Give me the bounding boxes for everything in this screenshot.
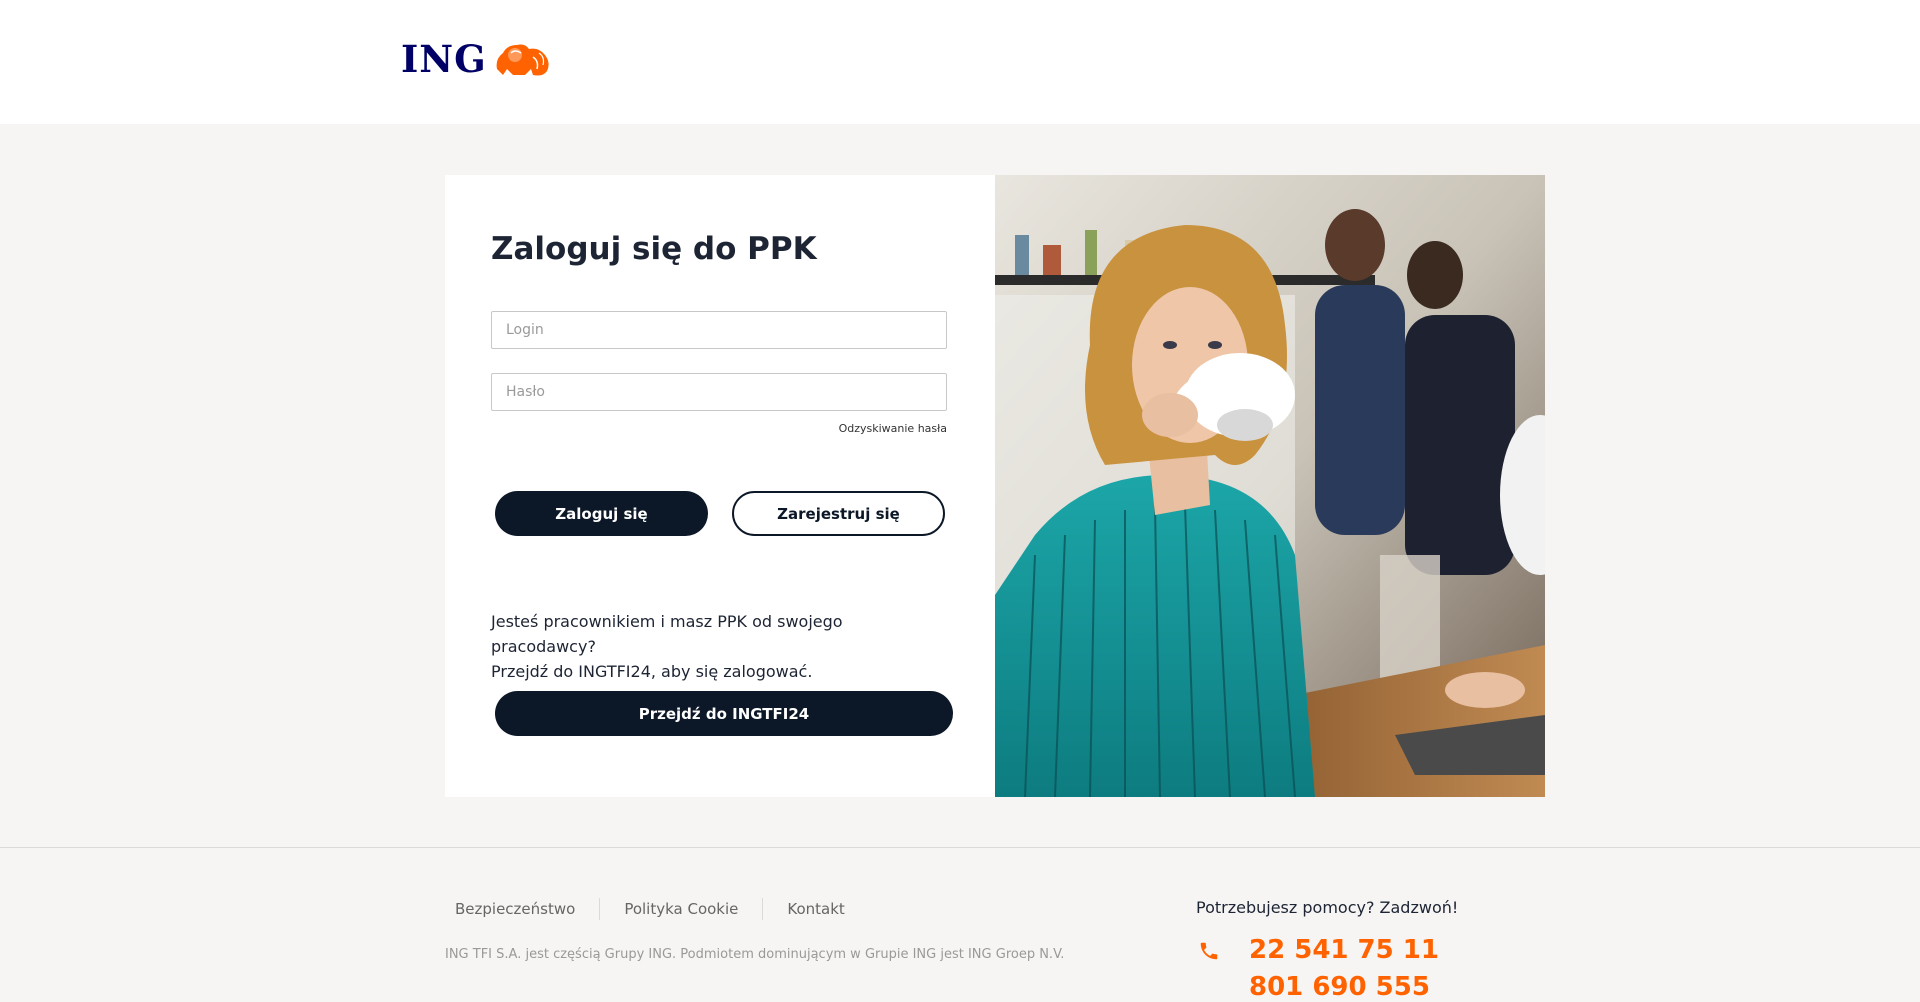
page-title: Zaloguj się do PPK <box>491 231 817 267</box>
page-footer: Bezpieczeństwo Polityka Cookie Kontakt I… <box>0 847 1920 1002</box>
login-button[interactable]: Zaloguj się <box>495 491 708 536</box>
login-form-panel: Zaloguj się do PPK Odzyskiwanie hasła Za… <box>445 175 995 797</box>
lion-icon <box>496 44 549 76</box>
ing-logo[interactable]: ING <box>401 37 551 81</box>
hero-photo <box>995 175 1545 797</box>
info-line-2: Przejdź do INGTFI24, aby się zalogować. <box>491 662 813 681</box>
go-to-ingtfi24-button[interactable]: Przejdź do INGTFI24 <box>495 691 953 736</box>
page-header: ING <box>0 0 1920 124</box>
register-button[interactable]: Zarejestruj się <box>732 491 945 536</box>
login-card: Zaloguj się do PPK Odzyskiwanie hasła Za… <box>445 175 1545 797</box>
footer-link-security[interactable]: Bezpieczeństwo <box>455 898 599 920</box>
phone-number-primary[interactable]: 22 541 75 11 <box>1249 935 1439 965</box>
info-line-1: Jesteś pracownikiem i masz PPK od swojeg… <box>491 612 843 656</box>
footer-link-contact[interactable]: Kontakt <box>762 898 868 920</box>
recover-password-link[interactable]: Odzyskiwanie hasła <box>839 422 947 435</box>
login-input[interactable] <box>491 311 947 349</box>
employee-info-text: Jesteś pracownikiem i masz PPK od swojeg… <box>491 609 951 684</box>
help-title: Potrzebujesz pomocy? Zadzwoń! <box>1196 898 1459 917</box>
phone-number-secondary[interactable]: 801 690 555 <box>1249 972 1430 1002</box>
password-input[interactable] <box>491 373 947 411</box>
phone-icon <box>1200 942 1218 960</box>
footer-link-cookie-policy[interactable]: Polityka Cookie <box>599 898 762 920</box>
logo-text: ING <box>401 37 487 81</box>
legal-notice: ING TFI S.A. jest częścią Grupy ING. Pod… <box>445 947 1065 962</box>
footer-nav: Bezpieczeństwo Polityka Cookie Kontakt <box>455 898 869 920</box>
woman-drinking-coffee-image <box>995 175 1545 797</box>
